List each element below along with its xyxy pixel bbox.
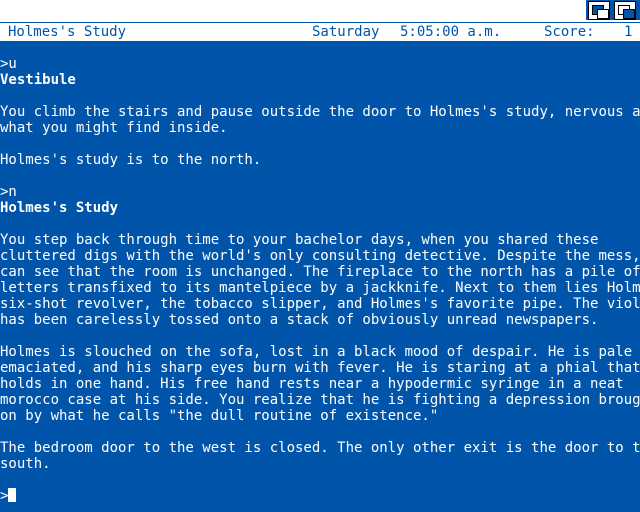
status-score-label: Score: [544,24,595,40]
status-bar: Holmes's Study Saturday 5:05:00 a.m. Sco… [0,23,640,41]
status-day: Saturday [312,24,380,40]
room-description-line: has been carelessly tossed onto a stack … [0,312,599,328]
title-drag-bar[interactable] [0,0,586,20]
exit-description: Holmes's study is to the north. [0,152,262,168]
room-description-line: what you might find inside. [0,120,228,136]
exit-description: The bedroom door to the west is closed. … [0,440,640,456]
room-description-line: cluttered digs with the world's only con… [0,248,640,264]
room-description-line: can see that the room is unchanged. The … [0,264,640,280]
holmes-description-line: Holmes is slouched on the sofa, lost in … [0,344,640,360]
room-description-line: You climb the stairs and pause outside t… [0,104,640,120]
text-cursor [8,488,17,502]
status-time: 5:05:00 a.m. [400,24,502,40]
command-line: >u [0,56,17,72]
prompt-symbol: > [0,488,9,504]
command-input[interactable]: > [0,488,17,504]
holmes-description-line: on by what he calls "the dull routine of… [0,408,439,424]
holmes-description-line: morocco case at his side. You realize th… [0,392,640,408]
status-location: Holmes's Study [8,24,127,40]
command-line: >n [0,184,17,200]
room-description-line: letters transfixed to its mantelpiece by… [0,280,640,296]
room-title: Vestibule [0,72,76,88]
room-title: Holmes's Study [0,200,119,216]
room-description-line: You step back through time to your bache… [0,232,599,248]
window-title-bar[interactable] [0,0,640,22]
holmes-description-line: emaciated, and his sharp eyes burn with … [0,360,640,376]
room-description-line: six-shot revolver, the tobacco slipper, … [0,296,640,312]
holmes-description-line: holds in one hand. His free hand rests n… [0,376,624,392]
depth-back-icon[interactable] [588,1,610,20]
depth-front-icon[interactable] [614,1,636,20]
exit-description: south. [0,456,51,472]
status-score-value: 1 [624,24,633,40]
game-transcript: >u Vestibule You climb the stairs and pa… [0,56,640,472]
